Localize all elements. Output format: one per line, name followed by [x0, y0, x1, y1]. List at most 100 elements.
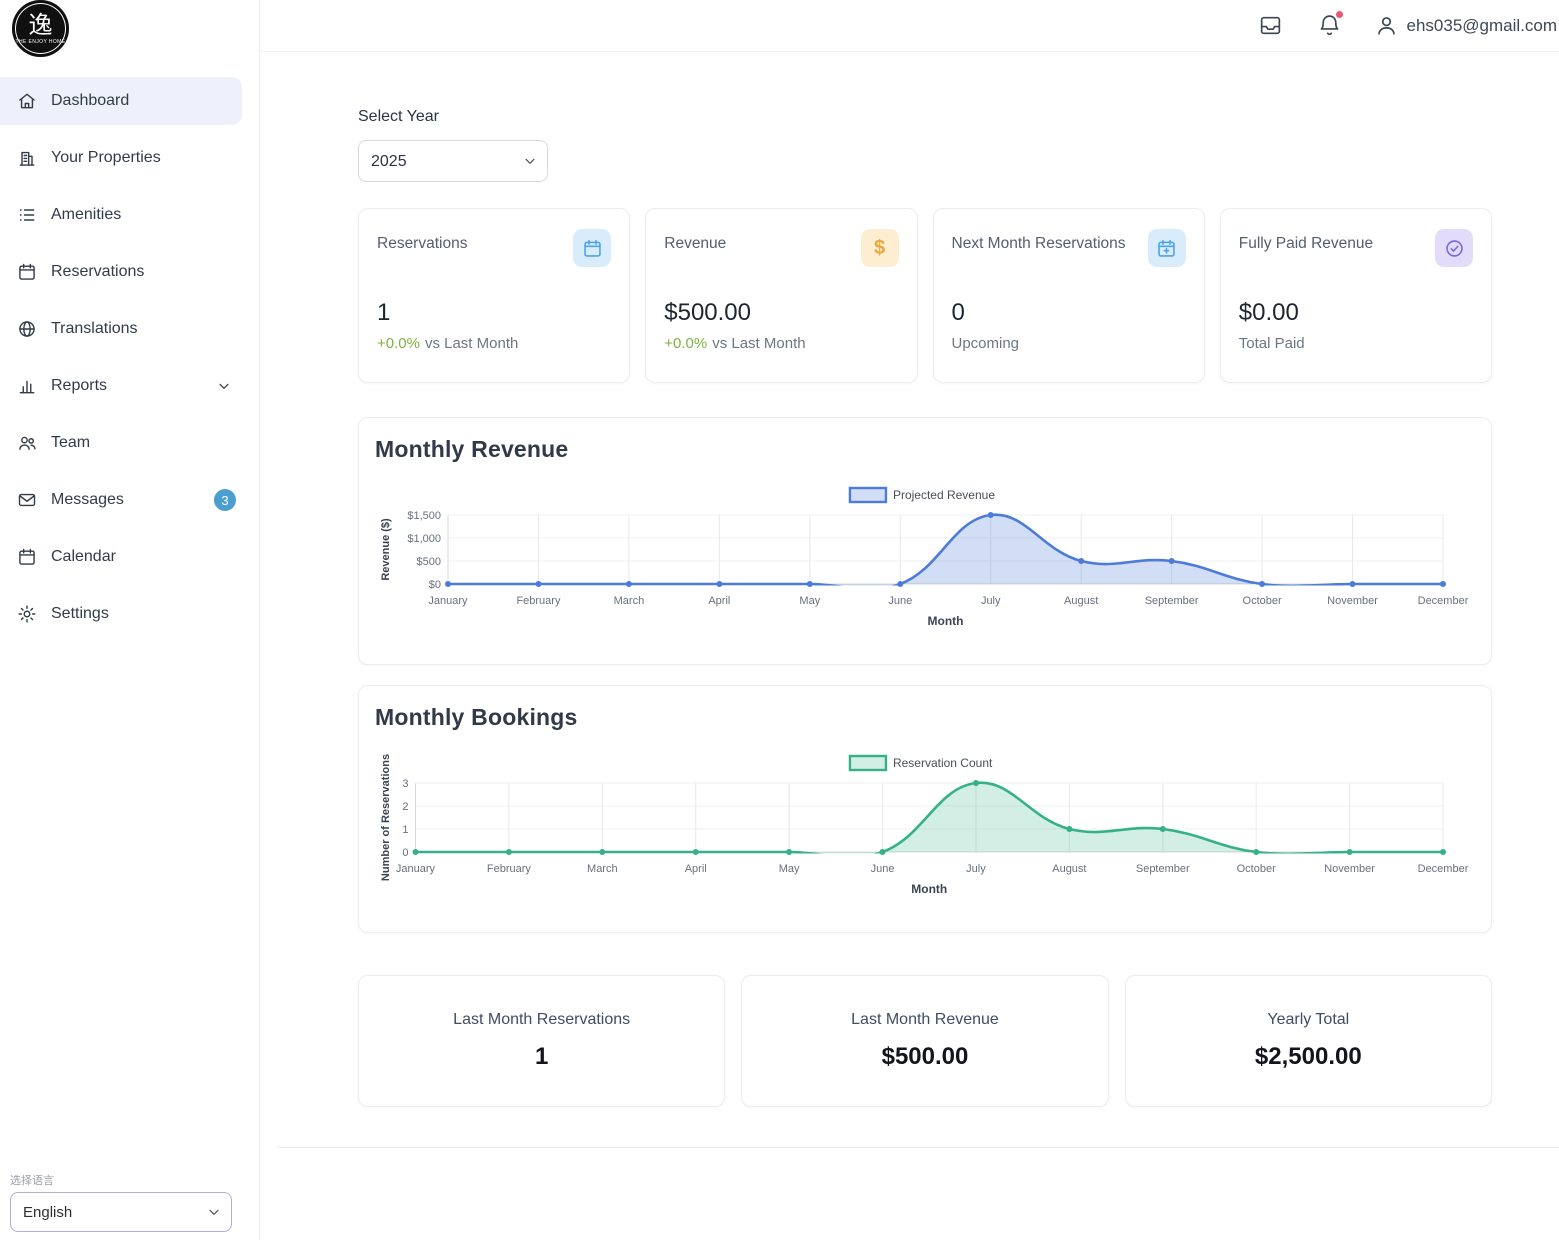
- summary-title: Yearly Total: [1267, 1011, 1349, 1029]
- sidebar-item-label: Your Properties: [51, 149, 161, 167]
- list-icon: [17, 205, 37, 225]
- monthly-bookings-card: Monthly Bookings 0123JanuaryFebruaryMarc…: [358, 685, 1492, 933]
- calendar-icon: [17, 262, 37, 282]
- sidebar-nav: Dashboard Your Properties Amenities Rese…: [0, 77, 259, 638]
- stat-subtitle: Upcoming: [952, 335, 1020, 352]
- svg-text:November: November: [1327, 595, 1378, 607]
- year-select[interactable]: 2025: [358, 140, 548, 182]
- stat-value: 0: [952, 299, 1186, 327]
- monthly-revenue-card: Monthly Revenue $0$500$1,000$1,500Januar…: [358, 417, 1492, 665]
- sidebar-item-label: Dashboard: [51, 92, 129, 110]
- svg-text:April: April: [708, 595, 730, 607]
- monthly-revenue-title: Monthly Revenue: [375, 436, 1475, 463]
- stat-delta: +0.0%: [377, 335, 420, 352]
- stat-value: $500.00: [664, 299, 898, 327]
- notifications-button[interactable]: [1315, 11, 1344, 40]
- user-menu[interactable]: ehs035@gmail.com: [1374, 13, 1558, 38]
- stat-card-reservations: Reservations 1 +0.0%vs Last Month: [358, 208, 630, 383]
- main-area: ehs035@gmail.com Select Year 2025: [260, 0, 1559, 1240]
- svg-text:$500: $500: [417, 556, 441, 568]
- stat-card-fully-paid-revenue: Fully Paid Revenue $0.00 Total Paid: [1220, 208, 1492, 383]
- svg-text:September: September: [1145, 595, 1199, 607]
- sidebar-item-your-properties[interactable]: Your Properties: [0, 134, 242, 182]
- svg-text:July: July: [966, 863, 986, 875]
- language-select[interactable]: English: [10, 1192, 232, 1232]
- svg-text:Reservation Count: Reservation Count: [893, 756, 993, 770]
- monthly-revenue-chart: $0$500$1,000$1,500JanuaryFebruaryMarchAp…: [375, 475, 1475, 640]
- language-label: 选择语言: [10, 1172, 232, 1188]
- stat-subtitle: +0.0%vs Last Month: [664, 335, 805, 352]
- dashboard-content: Select Year 2025 Reservations: [260, 52, 1559, 1148]
- stats-row: Reservations 1 +0.0%vs Last Month Revenu…: [358, 208, 1492, 383]
- svg-text:June: June: [871, 863, 895, 875]
- sidebar-item-settings[interactable]: Settings: [0, 590, 242, 638]
- messages-badge: 3: [214, 489, 236, 511]
- check-circle-icon: [1435, 229, 1473, 267]
- sidebar-item-label: Settings: [51, 605, 109, 623]
- svg-text:$1,500: $1,500: [407, 510, 441, 522]
- svg-text:December: December: [1418, 863, 1469, 875]
- sidebar-item-label: Amenities: [51, 206, 121, 224]
- svg-text:Revenue ($): Revenue ($): [380, 518, 392, 581]
- svg-text:June: June: [888, 595, 912, 607]
- dollar-icon: $: [861, 229, 899, 267]
- svg-text:August: August: [1064, 595, 1098, 607]
- svg-text:3: 3: [402, 778, 408, 790]
- sidebar: 逸 THE ENJOY HOME Dashboard Your Properti…: [0, 0, 260, 1240]
- sidebar-item-label: Reservations: [51, 263, 144, 281]
- sidebar-item-amenities[interactable]: Amenities: [0, 191, 242, 239]
- svg-text:October: October: [1237, 863, 1276, 875]
- summary-card-yearly-total: Yearly Total $2,500.00: [1125, 975, 1492, 1107]
- year-filter: Select Year 2025: [358, 108, 1492, 182]
- sidebar-item-team[interactable]: Team: [0, 419, 242, 467]
- stat-title: Revenue: [664, 229, 726, 253]
- svg-text:1: 1: [402, 824, 408, 836]
- notification-dot: [1336, 11, 1343, 18]
- team-icon: [17, 433, 37, 453]
- sidebar-item-label: Reports: [51, 377, 107, 395]
- svg-text:2: 2: [402, 801, 408, 813]
- svg-text:March: March: [614, 595, 645, 607]
- logo-image: 逸 THE ENJOY HOME: [12, 0, 69, 57]
- monthly-bookings-chart: 0123JanuaryFebruaryMarchAprilMayJuneJuly…: [375, 743, 1475, 908]
- svg-text:$0: $0: [429, 579, 441, 591]
- svg-text:October: October: [1243, 595, 1282, 607]
- home-icon: [17, 91, 37, 111]
- inbox-button[interactable]: [1256, 11, 1285, 40]
- stat-card-next-month-reservations: Next Month Reservations 0 Upcoming: [933, 208, 1205, 383]
- calendar-plus-icon: [1148, 229, 1186, 267]
- svg-text:April: April: [685, 863, 707, 875]
- sidebar-item-reports[interactable]: Reports: [0, 362, 242, 410]
- stat-delta: +0.0%: [664, 335, 707, 352]
- svg-text:December: December: [1418, 595, 1469, 607]
- monthly-bookings-title: Monthly Bookings: [375, 704, 1475, 731]
- svg-text:Number of Reservations: Number of Reservations: [380, 754, 392, 881]
- user-email: ehs035@gmail.com: [1407, 16, 1558, 36]
- sidebar-item-label: Translations: [51, 320, 138, 338]
- summary-card-last-month-revenue: Last Month Revenue $500.00: [741, 975, 1108, 1107]
- svg-text:January: January: [396, 863, 436, 875]
- sidebar-item-reservations[interactable]: Reservations: [0, 248, 242, 296]
- sidebar-item-label: Team: [51, 434, 90, 452]
- sidebar-item-calendar[interactable]: Calendar: [0, 533, 242, 581]
- summary-value: $500.00: [882, 1043, 969, 1071]
- stat-card-revenue: Revenue $ $500.00 +0.0%vs Last Month: [645, 208, 917, 383]
- sidebar-item-messages[interactable]: Messages 3: [0, 476, 242, 524]
- stat-value: 1: [377, 299, 611, 327]
- sidebar-item-dashboard[interactable]: Dashboard: [0, 77, 242, 125]
- app-root: 逸 THE ENJOY HOME Dashboard Your Properti…: [0, 0, 1559, 1240]
- svg-text:August: August: [1052, 863, 1086, 875]
- logo-character: 逸: [29, 13, 53, 39]
- app-logo[interactable]: 逸 THE ENJOY HOME: [0, 0, 259, 62]
- building-icon: [17, 148, 37, 168]
- summary-row: Last Month Reservations 1 Last Month Rev…: [358, 975, 1492, 1107]
- svg-text:March: March: [587, 863, 618, 875]
- stat-subtitle: +0.0%vs Last Month: [377, 335, 518, 352]
- select-year-label: Select Year: [358, 108, 1492, 126]
- sidebar-item-translations[interactable]: Translations: [0, 305, 242, 353]
- svg-text:July: July: [981, 595, 1001, 607]
- svg-text:Month: Month: [911, 882, 947, 896]
- gear-icon: [17, 604, 37, 624]
- svg-text:May: May: [799, 595, 820, 607]
- logo-caption: THE ENJOY HOME: [16, 39, 66, 45]
